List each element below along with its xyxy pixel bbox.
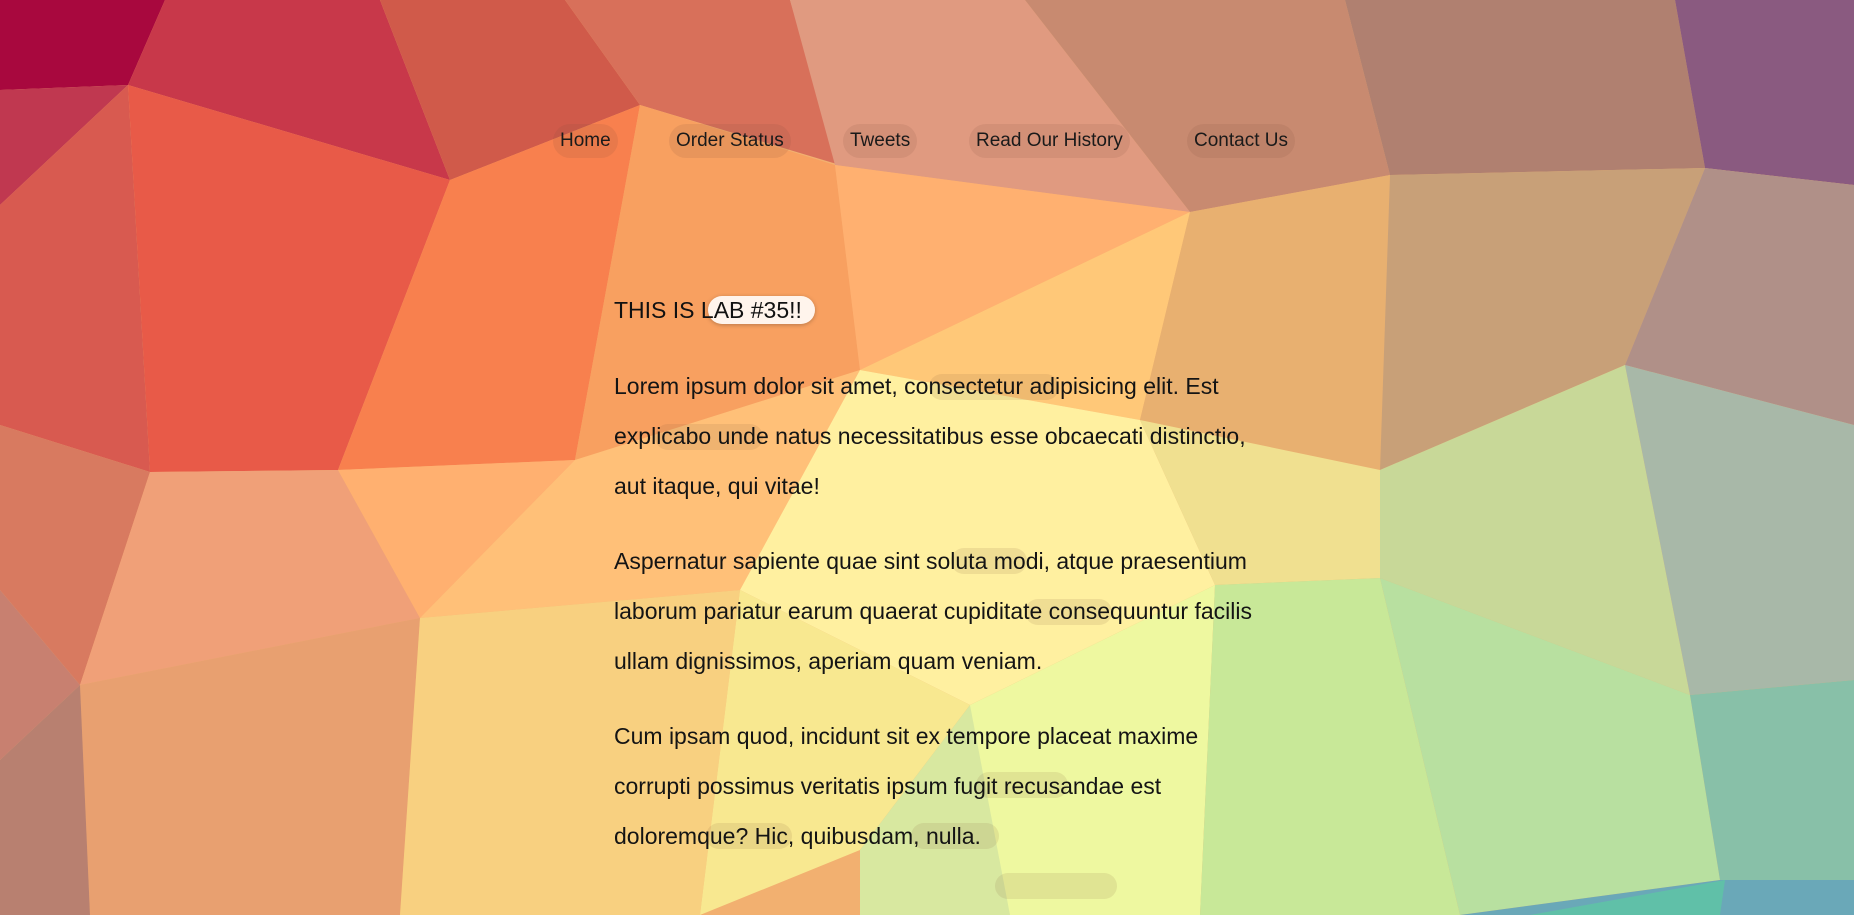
nav-link-home[interactable]: Home	[553, 124, 618, 158]
paragraph-1: Lorem ipsum dolor sit amet, consectetur …	[614, 373, 1246, 499]
nav-link-read-our-history[interactable]: Read Our History	[969, 124, 1130, 158]
paragraph-2: Aspernatur sapiente quae sint soluta mod…	[614, 548, 1252, 674]
nav-link-order-status[interactable]: Order Status	[669, 124, 791, 158]
page-heading-text: THIS IS LAB #35!!	[614, 297, 802, 323]
nav-link-tweets[interactable]: Tweets	[843, 124, 918, 158]
page-heading: THIS IS LAB #35!!	[614, 290, 1254, 330]
paragraph-3: Cum ipsam quod, incidunt sit ex tempore …	[614, 723, 1199, 849]
nav-link-contact-us[interactable]: Contact Us	[1187, 124, 1295, 158]
main-content: THIS IS LAB #35!! Lorem ipsum dolor sit …	[614, 290, 1254, 886]
